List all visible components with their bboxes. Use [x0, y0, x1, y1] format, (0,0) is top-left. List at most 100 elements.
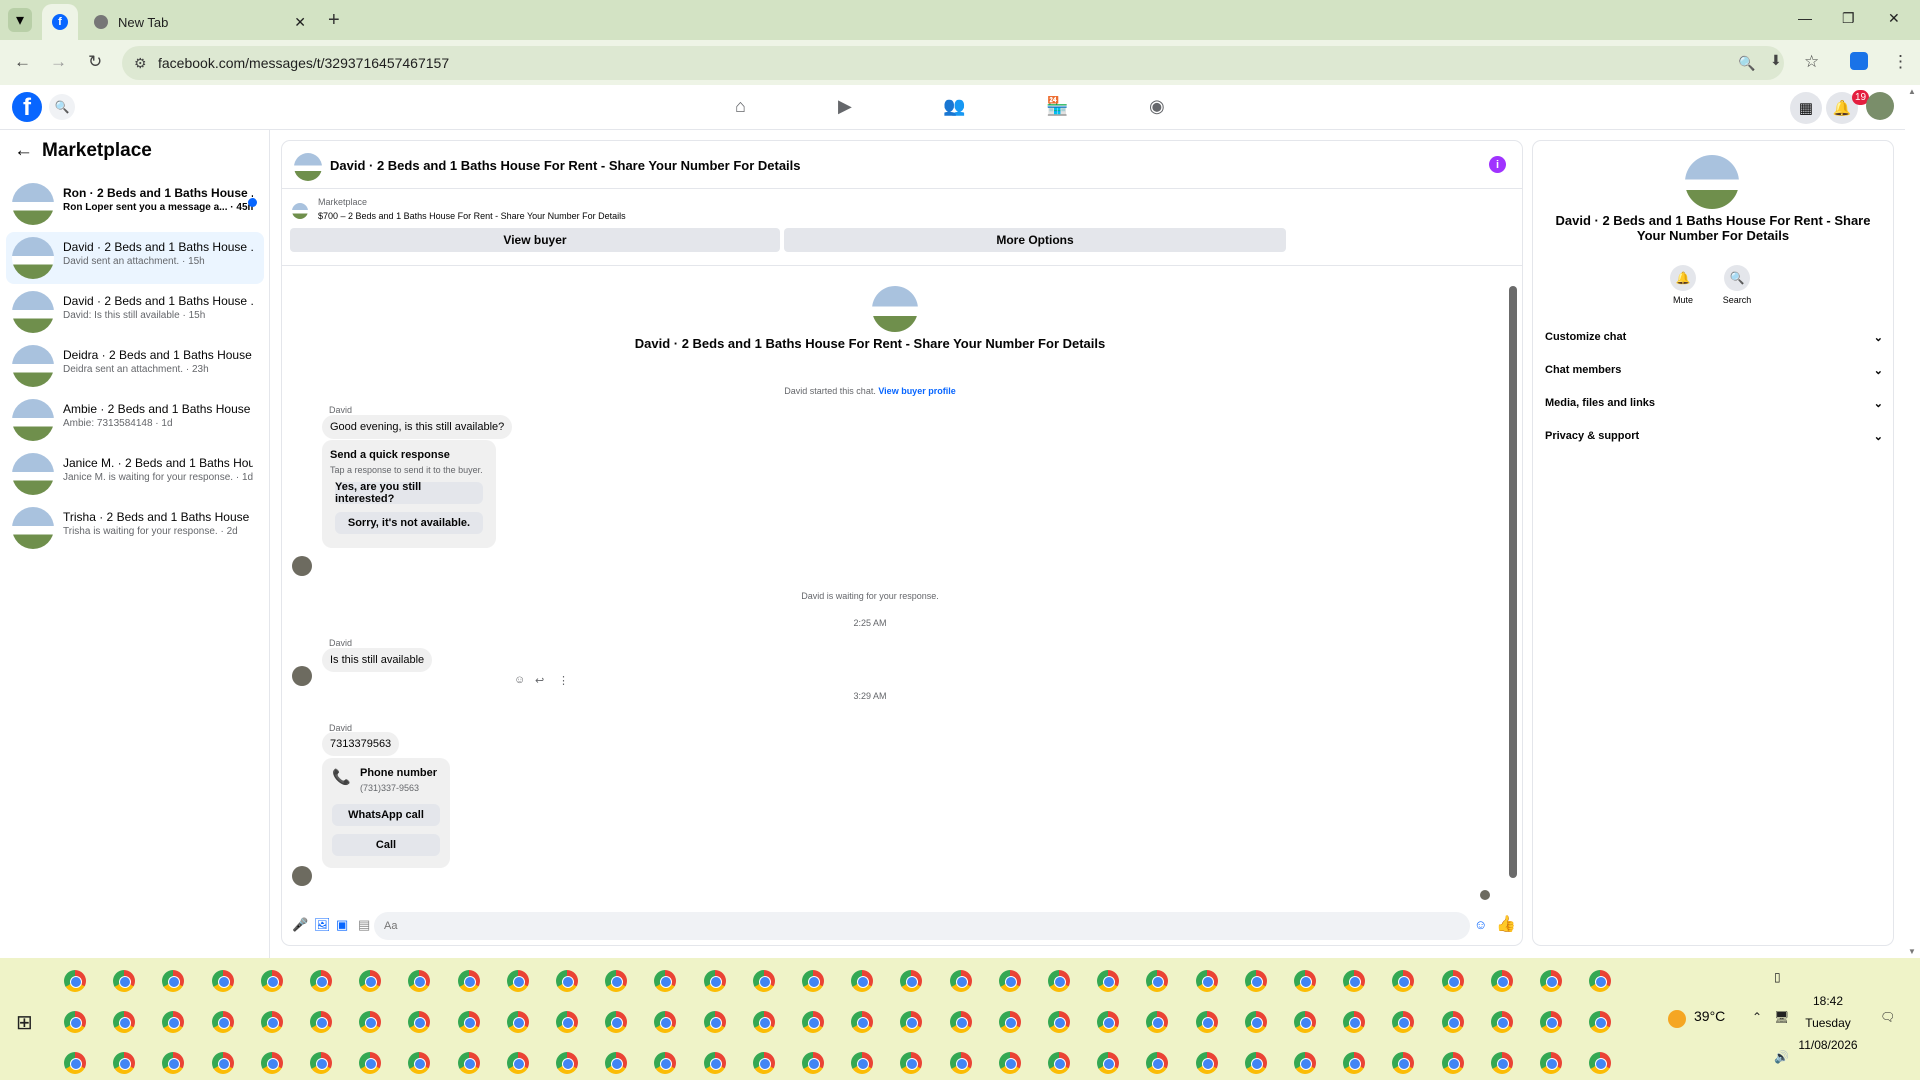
chrome-taskbar-icon[interactable] — [1294, 1011, 1316, 1033]
chrome-taskbar-icon[interactable] — [113, 970, 136, 992]
info-icon[interactable]: i — [1489, 156, 1506, 173]
chrome-taskbar-icon[interactable] — [359, 970, 382, 992]
chrome-taskbar-icon[interactable] — [654, 1052, 677, 1074]
chrome-taskbar-icon[interactable] — [654, 970, 677, 992]
home-icon[interactable]: ⌂ — [735, 96, 746, 117]
chrome-taskbar-icon[interactable] — [310, 1052, 332, 1074]
chrome-taskbar-icon[interactable] — [1441, 1052, 1464, 1074]
listing-text[interactable]: $700 – 2 Beds and 1 Baths House For Rent… — [318, 211, 626, 221]
zoom-icon[interactable]: 🔍 — [1738, 55, 1755, 72]
chrome-taskbar-icon[interactable] — [457, 1052, 480, 1074]
notification-center-icon[interactable]: 🗨 — [1880, 1010, 1895, 1024]
weather-icon[interactable] — [1668, 1010, 1686, 1028]
chrome-taskbar-icon[interactable] — [1589, 1011, 1612, 1033]
media-files-row[interactable]: Media, files and links ⌄ — [1545, 391, 1883, 415]
more-icon[interactable]: ⋮ — [558, 674, 569, 687]
whatsapp-call-button[interactable]: WhatsApp call — [332, 804, 440, 826]
view-buyer-button[interactable]: View buyer — [290, 228, 780, 252]
chrome-taskbar-icon[interactable] — [506, 1011, 529, 1033]
chrome-taskbar-icon[interactable] — [1097, 1052, 1120, 1074]
conversation-item[interactable]: Ron · 2 Beds and 1 Baths House ... Ron Lo… — [6, 178, 264, 230]
chrome-taskbar-icon[interactable] — [162, 1011, 185, 1033]
call-button[interactable]: Call — [332, 834, 440, 856]
chrome-taskbar-icon[interactable] — [211, 1011, 234, 1033]
battery-icon[interactable]: ▯ — [1774, 970, 1781, 984]
chrome-taskbar-icon[interactable] — [310, 970, 332, 992]
menu-icon[interactable]: ⋮ — [1892, 52, 1909, 72]
emoji-icon[interactable]: ☺ — [1474, 917, 1487, 932]
like-icon[interactable]: 👍 — [1496, 914, 1516, 934]
chrome-taskbar-icon[interactable] — [1294, 1052, 1316, 1074]
tab-new-tab[interactable]: New Tab ✕ — [84, 4, 316, 40]
chrome-taskbar-icon[interactable] — [506, 970, 529, 992]
chrome-taskbar-icon[interactable] — [1146, 1052, 1169, 1074]
minimize-icon[interactable]: — — [1798, 10, 1812, 26]
chrome-taskbar-icon[interactable] — [310, 1011, 332, 1033]
chrome-taskbar-icon[interactable] — [1540, 1011, 1562, 1033]
chrome-taskbar-icon[interactable] — [1195, 1052, 1218, 1074]
sender-avatar[interactable] — [292, 666, 312, 686]
tab-search-chevron-icon[interactable]: ▾ — [8, 8, 32, 32]
chrome-taskbar-icon[interactable] — [260, 1052, 283, 1074]
new-tab-button[interactable]: + — [328, 9, 340, 32]
chrome-taskbar-icon[interactable] — [408, 970, 431, 992]
chrome-taskbar-icon[interactable] — [1343, 1011, 1366, 1033]
show-hidden-icons[interactable]: ⌃ — [1752, 1010, 1762, 1024]
profile-icon[interactable] — [1850, 52, 1868, 70]
chrome-taskbar-icon[interactable] — [802, 970, 824, 992]
conversation-item[interactable]: David · 2 Beds and 1 Baths House ... Davi… — [6, 232, 264, 284]
privacy-support-row[interactable]: Privacy & support ⌄ — [1545, 424, 1883, 448]
facebook-logo[interactable]: f — [12, 92, 42, 122]
chrome-taskbar-icon[interactable] — [1490, 1011, 1513, 1033]
chrome-taskbar-icon[interactable] — [359, 1052, 382, 1074]
chrome-taskbar-icon[interactable] — [802, 1052, 824, 1074]
quick-reply-not-available-button[interactable]: Sorry, it's not available. — [335, 512, 483, 534]
chrome-taskbar-icon[interactable] — [1343, 970, 1366, 992]
groups-icon[interactable]: ◉ — [1149, 96, 1165, 117]
chrome-taskbar-icon[interactable] — [1097, 1011, 1120, 1033]
network-icon[interactable]: 🖥 — [1774, 1010, 1789, 1024]
chrome-taskbar-icon[interactable] — [900, 970, 923, 992]
chrome-taskbar-icon[interactable] — [998, 1011, 1021, 1033]
chrome-taskbar-icon[interactable] — [1441, 1011, 1464, 1033]
chrome-taskbar-icon[interactable] — [605, 1011, 628, 1033]
chrome-taskbar-icon[interactable] — [1244, 1011, 1267, 1033]
url-text[interactable]: facebook.com/messages/t/3293716457467157 — [158, 55, 449, 71]
chrome-taskbar-icon[interactable] — [703, 970, 726, 992]
scroll-down-icon[interactable]: ▼ — [1908, 947, 1916, 956]
chrome-taskbar-icon[interactable] — [802, 1011, 824, 1033]
microphone-icon[interactable]: 🎤 — [292, 917, 308, 933]
view-buyer-profile-link[interactable]: View buyer profile — [878, 386, 955, 396]
tab-facebook[interactable]: f — [42, 4, 78, 40]
chrome-taskbar-icon[interactable] — [1244, 1052, 1267, 1074]
chrome-taskbar-icon[interactable] — [1294, 970, 1316, 992]
reload-icon[interactable]: ↻ — [88, 52, 102, 72]
site-info-icon[interactable]: ⚙ — [134, 55, 147, 72]
chrome-taskbar-icon[interactable] — [949, 970, 972, 992]
back-icon[interactable]: ← — [14, 52, 31, 72]
chrome-taskbar-icon[interactable] — [64, 970, 86, 992]
chrome-taskbar-icon[interactable] — [752, 1052, 775, 1074]
chrome-taskbar-icon[interactable] — [211, 1052, 234, 1074]
conversation-item[interactable]: Ambie · 2 Beds and 1 Baths House ... Ambi… — [6, 394, 264, 446]
chrome-taskbar-icon[interactable] — [1490, 970, 1513, 992]
chrome-taskbar-icon[interactable] — [64, 1052, 86, 1074]
chat-title[interactable]: David · 2 Beds and 1 Baths House For Ren… — [330, 158, 801, 173]
chrome-taskbar-icon[interactable] — [605, 1052, 628, 1074]
chrome-taskbar-icon[interactable] — [752, 970, 775, 992]
chrome-taskbar-icon[interactable] — [162, 1052, 185, 1074]
chrome-taskbar-icon[interactable] — [260, 1011, 283, 1033]
forward-icon[interactable]: → — [50, 52, 67, 72]
search-action[interactable]: 🔍 Search — [1712, 265, 1762, 305]
bell-icon[interactable]: 🔔 — [1670, 265, 1696, 291]
chrome-taskbar-icon[interactable] — [113, 1052, 136, 1074]
account-avatar[interactable] — [1866, 92, 1894, 120]
chrome-taskbar-icon[interactable] — [113, 1011, 136, 1033]
chrome-taskbar-icon[interactable] — [654, 1011, 677, 1033]
chrome-taskbar-icon[interactable] — [1146, 970, 1169, 992]
close-tab-icon[interactable]: ✕ — [294, 14, 306, 31]
chrome-taskbar-icon[interactable] — [1589, 970, 1612, 992]
more-options-button[interactable]: More Options — [784, 228, 1286, 252]
message-input[interactable] — [374, 912, 1470, 940]
chrome-taskbar-icon[interactable] — [64, 1011, 86, 1033]
